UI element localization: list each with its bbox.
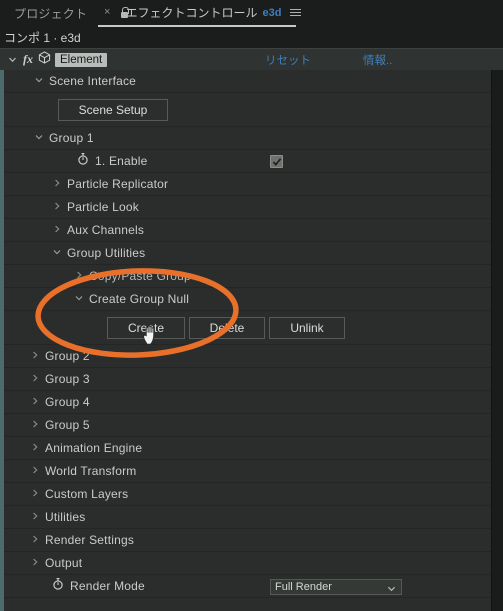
tree-label: Group 1 [49, 131, 94, 145]
tree-row-custom-layers[interactable]: Custom Layers [4, 483, 491, 506]
delete-button[interactable]: Delete [189, 317, 265, 339]
info-link[interactable]: 情報.. [363, 52, 392, 68]
composition-breadcrumb-row: コンポ 1 · e3d [0, 27, 503, 48]
tree-label: Animation Engine [45, 441, 143, 455]
panel-menu-icon[interactable] [290, 9, 302, 16]
chevron-right-icon[interactable] [30, 419, 42, 431]
scene-setup-row: Scene Setup [4, 93, 491, 127]
tree-row-render-settings[interactable]: Render Settings [4, 529, 491, 552]
tree-label: Aux Channels [67, 223, 145, 237]
tree-row-group-3[interactable]: Group 3 [4, 368, 491, 391]
chevron-right-icon[interactable] [30, 396, 42, 408]
mouse-cursor [143, 325, 155, 345]
scene-setup-button[interactable]: Scene Setup [58, 99, 168, 121]
tree-row-utilities[interactable]: Utilities [4, 506, 491, 529]
tab-title: エフェクトコントロール [125, 6, 258, 20]
chevron-right-icon[interactable] [30, 511, 42, 523]
effect-header-row: fx Element リセット 情報.. [0, 48, 503, 70]
tree-label: Create Group Null [89, 292, 190, 306]
chevron-right-icon[interactable] [30, 373, 42, 385]
tree-row-create-group-null[interactable]: Create Group Null [4, 288, 491, 311]
tab-subtitle: e3d [262, 6, 282, 19]
tree-row-group-4[interactable]: Group 4 [4, 391, 491, 414]
close-icon[interactable]: × [104, 7, 110, 18]
reset-link[interactable]: リセット [265, 52, 311, 68]
tab-project[interactable]: プロジェクト [0, 5, 87, 22]
tree-label: Scene Interface [49, 74, 137, 88]
chevron-right-icon[interactable] [52, 224, 64, 236]
chevron-right-icon[interactable] [74, 270, 86, 282]
element-cube-icon [38, 50, 51, 69]
enable-checkbox[interactable] [270, 155, 283, 168]
chevron-right-icon[interactable] [30, 534, 42, 546]
tree-row-particle-replicator[interactable]: Particle Replicator [4, 173, 491, 196]
render-mode-dropdown[interactable]: Full Render [270, 579, 402, 595]
breadcrumb: コンポ 1 · e3d [4, 31, 81, 45]
tree-label: Particle Look [67, 200, 139, 214]
tree-row-group-2[interactable]: Group 2 [4, 345, 491, 368]
tree-row-world-transform[interactable]: World Transform [4, 460, 491, 483]
chevron-down-icon[interactable] [8, 51, 17, 69]
tree-row-scene-interface[interactable]: Scene Interface [4, 70, 491, 93]
tree-row-group-5[interactable]: Group 5 [4, 414, 491, 437]
chevron-right-icon[interactable] [30, 350, 42, 362]
render-mode-value: Full Render [275, 581, 332, 593]
tree-label: 1. Enable [95, 154, 148, 168]
group-null-button-row: Create Delete Unlink [4, 311, 491, 345]
tree-label: Render Settings [45, 533, 135, 547]
stopwatch-icon[interactable] [52, 577, 65, 595]
effect-name[interactable]: Element [55, 52, 108, 67]
chevron-right-icon[interactable] [30, 465, 42, 477]
tree-row-particle-look[interactable]: Particle Look [4, 196, 491, 219]
chevron-down-icon[interactable] [34, 75, 46, 87]
chevron-down-icon[interactable] [74, 293, 86, 305]
tree-label: Group 2 [45, 349, 90, 363]
tree-row-group-utilities[interactable]: Group Utilities [4, 242, 491, 265]
tree-label: Particle Replicator [67, 177, 169, 191]
effect-controls-panel: プロジェクト × エフェクトコントロール e3d コンポ 1 · e3d fx … [0, 0, 503, 611]
tree-row-render-mode[interactable]: Render Mode Full Render [4, 575, 491, 598]
tree-label: Utilities [45, 510, 86, 524]
tree-label: Custom Layers [45, 487, 129, 501]
tree-row-aux-channels[interactable]: Aux Channels [4, 219, 491, 242]
unlink-button[interactable]: Unlink [269, 317, 345, 339]
fx-icon: fx [23, 52, 33, 66]
chevron-right-icon[interactable] [52, 201, 64, 213]
chevron-right-icon[interactable] [30, 557, 42, 569]
tree-label: Group Utilities [67, 246, 146, 260]
panel-right-strip [491, 70, 503, 611]
chevron-right-icon[interactable] [30, 442, 42, 454]
tree-row-copy-paste-group[interactable]: Copy/Paste Group [4, 265, 491, 288]
tab-effect-controls[interactable]: × エフェクトコントロール e3d [98, 0, 302, 27]
tree-label: Group 5 [45, 418, 90, 432]
tree-row-group-1[interactable]: Group 1 [4, 127, 491, 150]
tree-label: Copy/Paste Group [89, 269, 191, 283]
stopwatch-icon[interactable] [77, 152, 90, 170]
tree-row-animation-engine[interactable]: Animation Engine [4, 437, 491, 460]
tree-row-output[interactable]: Output [4, 552, 491, 575]
tree-label: Group 4 [45, 395, 90, 409]
chevron-down-icon[interactable] [34, 132, 46, 144]
tree-label: Output [45, 556, 83, 570]
chevron-down-icon [387, 584, 396, 596]
tree-label: World Transform [45, 464, 137, 478]
chevron-right-icon[interactable] [52, 178, 64, 190]
tree-label: Group 3 [45, 372, 90, 386]
panel-tab-bar: プロジェクト × エフェクトコントロール e3d [0, 0, 503, 27]
chevron-right-icon[interactable] [30, 488, 42, 500]
tree-row-enable[interactable]: 1. Enable [4, 150, 491, 173]
chevron-down-icon[interactable] [52, 247, 64, 259]
tree-label: Render Mode [70, 579, 145, 593]
property-tree: Scene Interface Scene Setup Group 1 1. E… [4, 70, 491, 611]
